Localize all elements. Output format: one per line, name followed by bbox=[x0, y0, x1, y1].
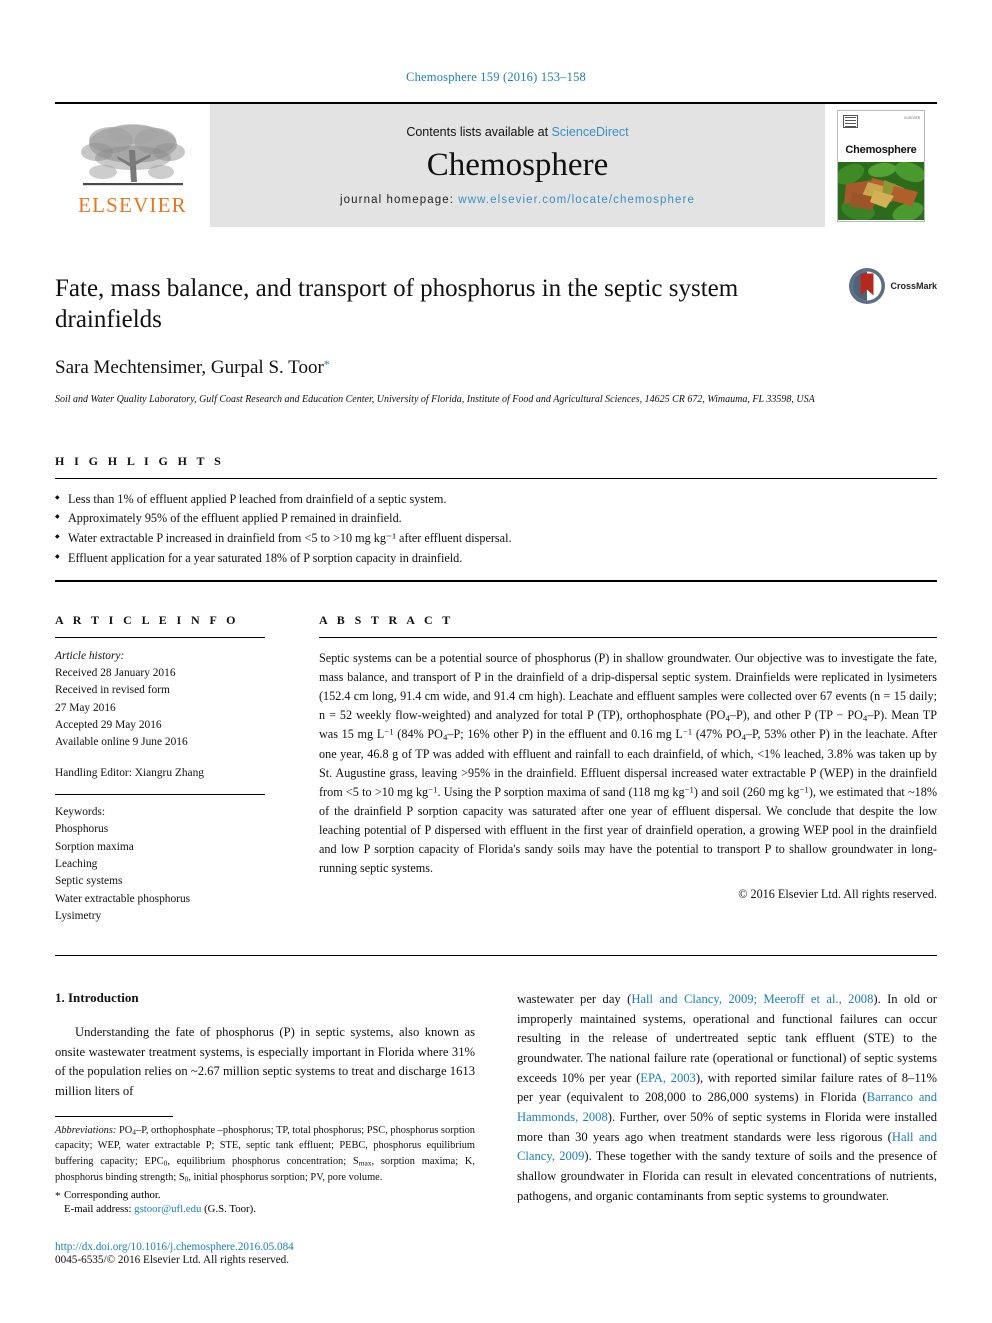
crossmark-label: CrossMark bbox=[890, 281, 937, 291]
abbreviations-footnote: Abbreviations: PO4–P, orthophosphate –ph… bbox=[55, 1124, 475, 1184]
abstract-text: Septic systems can be a potential source… bbox=[319, 650, 938, 876]
keywords-block: Keywords: Phosphorus Sorption maxima Lea… bbox=[55, 795, 265, 925]
contents-prefix: Contents lists available at bbox=[406, 124, 552, 139]
intro-paragraph-2: wastewater per day (Hall and Clancy, 200… bbox=[517, 992, 938, 1203]
author-names: Sara Mechtensimer, Gurpal S. Toor bbox=[55, 356, 324, 378]
cover-leaves-graphic bbox=[838, 162, 924, 221]
abbreviations-label: Abbreviations: bbox=[55, 1124, 117, 1136]
cover-top: ELSEVIER Chemosphere bbox=[838, 110, 924, 163]
journal-reference: Chemosphere 159 (2016) 153–158 bbox=[406, 70, 586, 84]
journal-masthead: ELSEVIER Contents lists available at Sci… bbox=[55, 102, 937, 227]
elsevier-wordmark: ELSEVIER bbox=[78, 192, 187, 217]
history-entry: Accepted 29 May 2016 bbox=[55, 718, 162, 731]
keyword-item: Sorption maxima bbox=[55, 840, 134, 853]
journal-cover-thumbnail: ELSEVIER Chemosphere bbox=[837, 109, 925, 222]
list-item: Less than 1% of effluent applied P leach… bbox=[55, 490, 937, 510]
homepage-link[interactable]: www.elsevier.com/locate/chemosphere bbox=[458, 194, 695, 206]
keyword-item: Phosphorus bbox=[55, 823, 109, 836]
article-info-label: A R T I C L E I N F O bbox=[55, 612, 239, 627]
keyword-item: Water extractable phosphorus bbox=[55, 892, 191, 905]
body-separator-rule bbox=[55, 955, 937, 957]
elsevier-tree-icon bbox=[80, 123, 185, 185]
journal-homepage-line: journal homepage: www.elsevier.com/locat… bbox=[340, 194, 695, 206]
article-history-label: Article history: bbox=[55, 649, 125, 662]
masthead-right: ELSEVIER Chemosphere bbox=[825, 104, 937, 227]
cover-publisher-icon bbox=[843, 114, 858, 128]
crossmark-badge[interactable]: CrossMark bbox=[848, 267, 937, 305]
abstract-label: A B S T R A C T bbox=[319, 612, 454, 627]
cover-journal-title: Chemosphere bbox=[845, 144, 917, 157]
affiliation: Soil and Water Quality Laboratory, Gulf … bbox=[55, 393, 815, 405]
list-item: Approximately 95% of the effluent applie… bbox=[55, 509, 937, 529]
body-columns: 1. Introduction Understanding the fate o… bbox=[55, 990, 937, 1266]
elsevier-logo: ELSEVIER bbox=[55, 104, 210, 227]
history-entry: Received 28 January 2016 bbox=[55, 666, 176, 679]
article-info-section: A R T I C L E I N F O Article history: R… bbox=[55, 613, 265, 926]
body-column-left: 1. Introduction Understanding the fate o… bbox=[55, 990, 475, 1266]
crossmark-icon bbox=[849, 268, 886, 304]
sciencedirect-link[interactable]: ScienceDirect bbox=[552, 125, 629, 139]
email-link[interactable]: gstoor@ufl.edu bbox=[134, 1203, 201, 1215]
handling-editor: Handling Editor: Xiangru Zhang bbox=[55, 766, 204, 779]
journal-title: Chemosphere bbox=[426, 146, 609, 183]
keyword-item: Lysimetry bbox=[55, 909, 102, 922]
corresponding-author-note: Corresponding author. bbox=[55, 1189, 475, 1202]
cover-artwork bbox=[838, 162, 924, 221]
history-entry: Available online 9 June 2016 bbox=[55, 736, 188, 749]
abstract-copyright: © 2016 Elsevier Ltd. All rights reserved… bbox=[738, 887, 937, 902]
history-entry: 27 May 2016 bbox=[55, 701, 116, 714]
contents-available-line: Contents lists available at ScienceDirec… bbox=[406, 125, 628, 139]
list-item: Effluent application for a year saturate… bbox=[55, 549, 937, 569]
cover-corner-label: ELSEVIER bbox=[904, 115, 920, 120]
corresponding-author-marker: * bbox=[323, 356, 330, 371]
article-history: Article history: Received 28 January 201… bbox=[55, 638, 265, 782]
abstract-section: A B S T R A C T Septic systems can be a … bbox=[319, 613, 937, 926]
keyword-item: Septic systems bbox=[55, 875, 123, 888]
page-title: Fate, mass balance, and transport of pho… bbox=[55, 275, 739, 334]
highlights-label: H I G H L I G H T S bbox=[55, 453, 225, 468]
section-heading-introduction: 1. Introduction bbox=[55, 990, 139, 1006]
keyword-item: Leaching bbox=[55, 857, 98, 870]
citation-link[interactable]: Hall and Clancy, 2009 bbox=[517, 1130, 937, 1164]
homepage-prefix: journal homepage: bbox=[340, 194, 459, 207]
footer-block: http://dx.doi.org/10.1016/j.chemosphere.… bbox=[55, 1241, 475, 1266]
email-suffix: (G.S. Toor). bbox=[201, 1203, 256, 1216]
author-list: Sara Mechtensimer, Gurpal S. Toor* bbox=[55, 357, 819, 379]
highlights-bottom-rule bbox=[55, 579, 937, 582]
highlights-section: H I G H L I G H T S Less than 1% of effl… bbox=[55, 454, 937, 582]
citation-link[interactable]: EPA, 2003 bbox=[640, 1071, 696, 1085]
citation-link[interactable]: Hall and Clancy, 2009; Meeroff et al., 2… bbox=[631, 992, 873, 1006]
info-abstract-row: A R T I C L E I N F O Article history: R… bbox=[55, 613, 937, 926]
list-item: Water extractable P increased in drainfi… bbox=[55, 529, 937, 549]
footnote-rule bbox=[55, 1115, 173, 1117]
article-page: Chemosphere 159 (2016) 153–158 ELSEVIER … bbox=[0, 0, 992, 1323]
masthead-center: Contents lists available at ScienceDirec… bbox=[210, 104, 825, 227]
history-gap bbox=[55, 752, 265, 765]
keywords-label: Keywords: bbox=[55, 805, 105, 818]
title-block: CrossMark Fate, mass balance, and transp… bbox=[55, 268, 937, 407]
email-note: E-mail address: gstoor@ufl.edu (G.S. Too… bbox=[55, 1203, 475, 1215]
history-entry: Received in revised form bbox=[55, 684, 170, 697]
citation-link[interactable]: Barranco and Hammonds, 2008 bbox=[517, 1090, 937, 1124]
email-label: E-mail address: bbox=[64, 1203, 132, 1216]
doi-link[interactable]: http://dx.doi.org/10.1016/j.chemosphere.… bbox=[55, 1241, 475, 1253]
highlights-list: Less than 1% of effluent applied P leach… bbox=[55, 479, 937, 580]
issn-copyright: 0045-6535/© 2016 Elsevier Ltd. All right… bbox=[55, 1254, 290, 1267]
body-column-right: wastewater per day (Hall and Clancy, 200… bbox=[517, 990, 937, 1266]
intro-paragraph-1: Understanding the fate of phosphorus (P)… bbox=[55, 1025, 475, 1099]
